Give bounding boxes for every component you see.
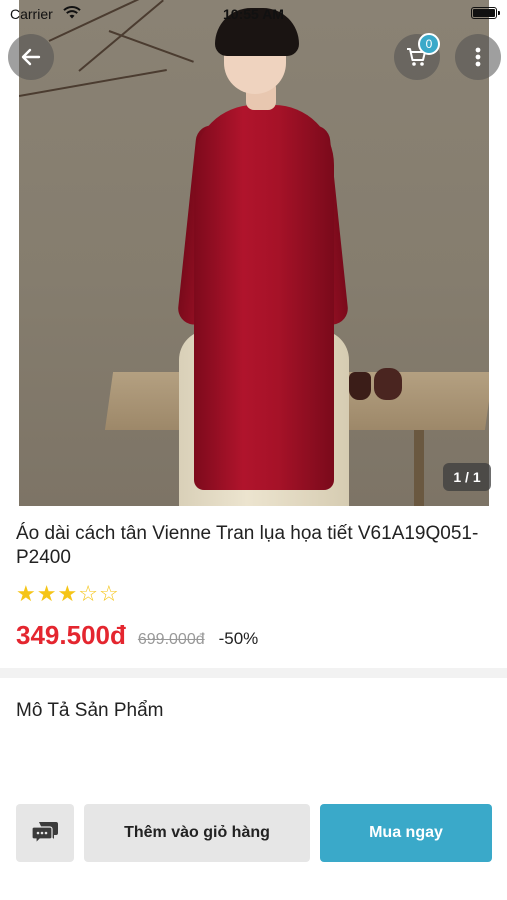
chat-button[interactable] — [16, 804, 74, 862]
star-filled-icon: ★ — [36, 581, 57, 606]
image-counter: 1 / 1 — [443, 463, 491, 491]
current-price: 349.500đ — [16, 620, 126, 650]
arrow-left-icon — [21, 48, 41, 66]
more-vertical-icon — [475, 47, 481, 67]
star-filled-icon: ★ — [57, 581, 78, 606]
back-button[interactable] — [8, 34, 54, 80]
buy-now-button[interactable]: Mua ngay — [320, 804, 492, 862]
add-to-cart-button[interactable]: Thêm vào giỏ hàng — [84, 804, 310, 862]
battery-icon — [471, 7, 500, 19]
star-empty-icon: ☆ — [78, 581, 98, 606]
star-filled-icon: ★ — [16, 581, 36, 606]
section-divider — [0, 668, 507, 678]
more-options-button[interactable] — [455, 34, 501, 80]
cart-count-badge: 0 — [418, 33, 440, 55]
price-row: 349.500đ 699.000đ -50% — [16, 620, 258, 651]
chat-icon — [31, 822, 58, 845]
discount-label: -50% — [218, 629, 259, 648]
star-empty-icon: ☆ — [98, 581, 119, 606]
product-rating: ★ ★ ★ ☆ ☆ — [16, 582, 119, 606]
clock: 10:55 AM — [223, 6, 284, 22]
status-bar: Carrier 10:55 AM — [0, 0, 507, 28]
product-title: Áo dài cách tân Vienne Tran lụa họa tiết… — [16, 523, 479, 568]
original-price: 699.000đ — [137, 631, 205, 648]
product-image-carousel[interactable] — [0, 0, 507, 506]
description-heading: Mô Tả Sản Phẩm — [16, 700, 164, 721]
